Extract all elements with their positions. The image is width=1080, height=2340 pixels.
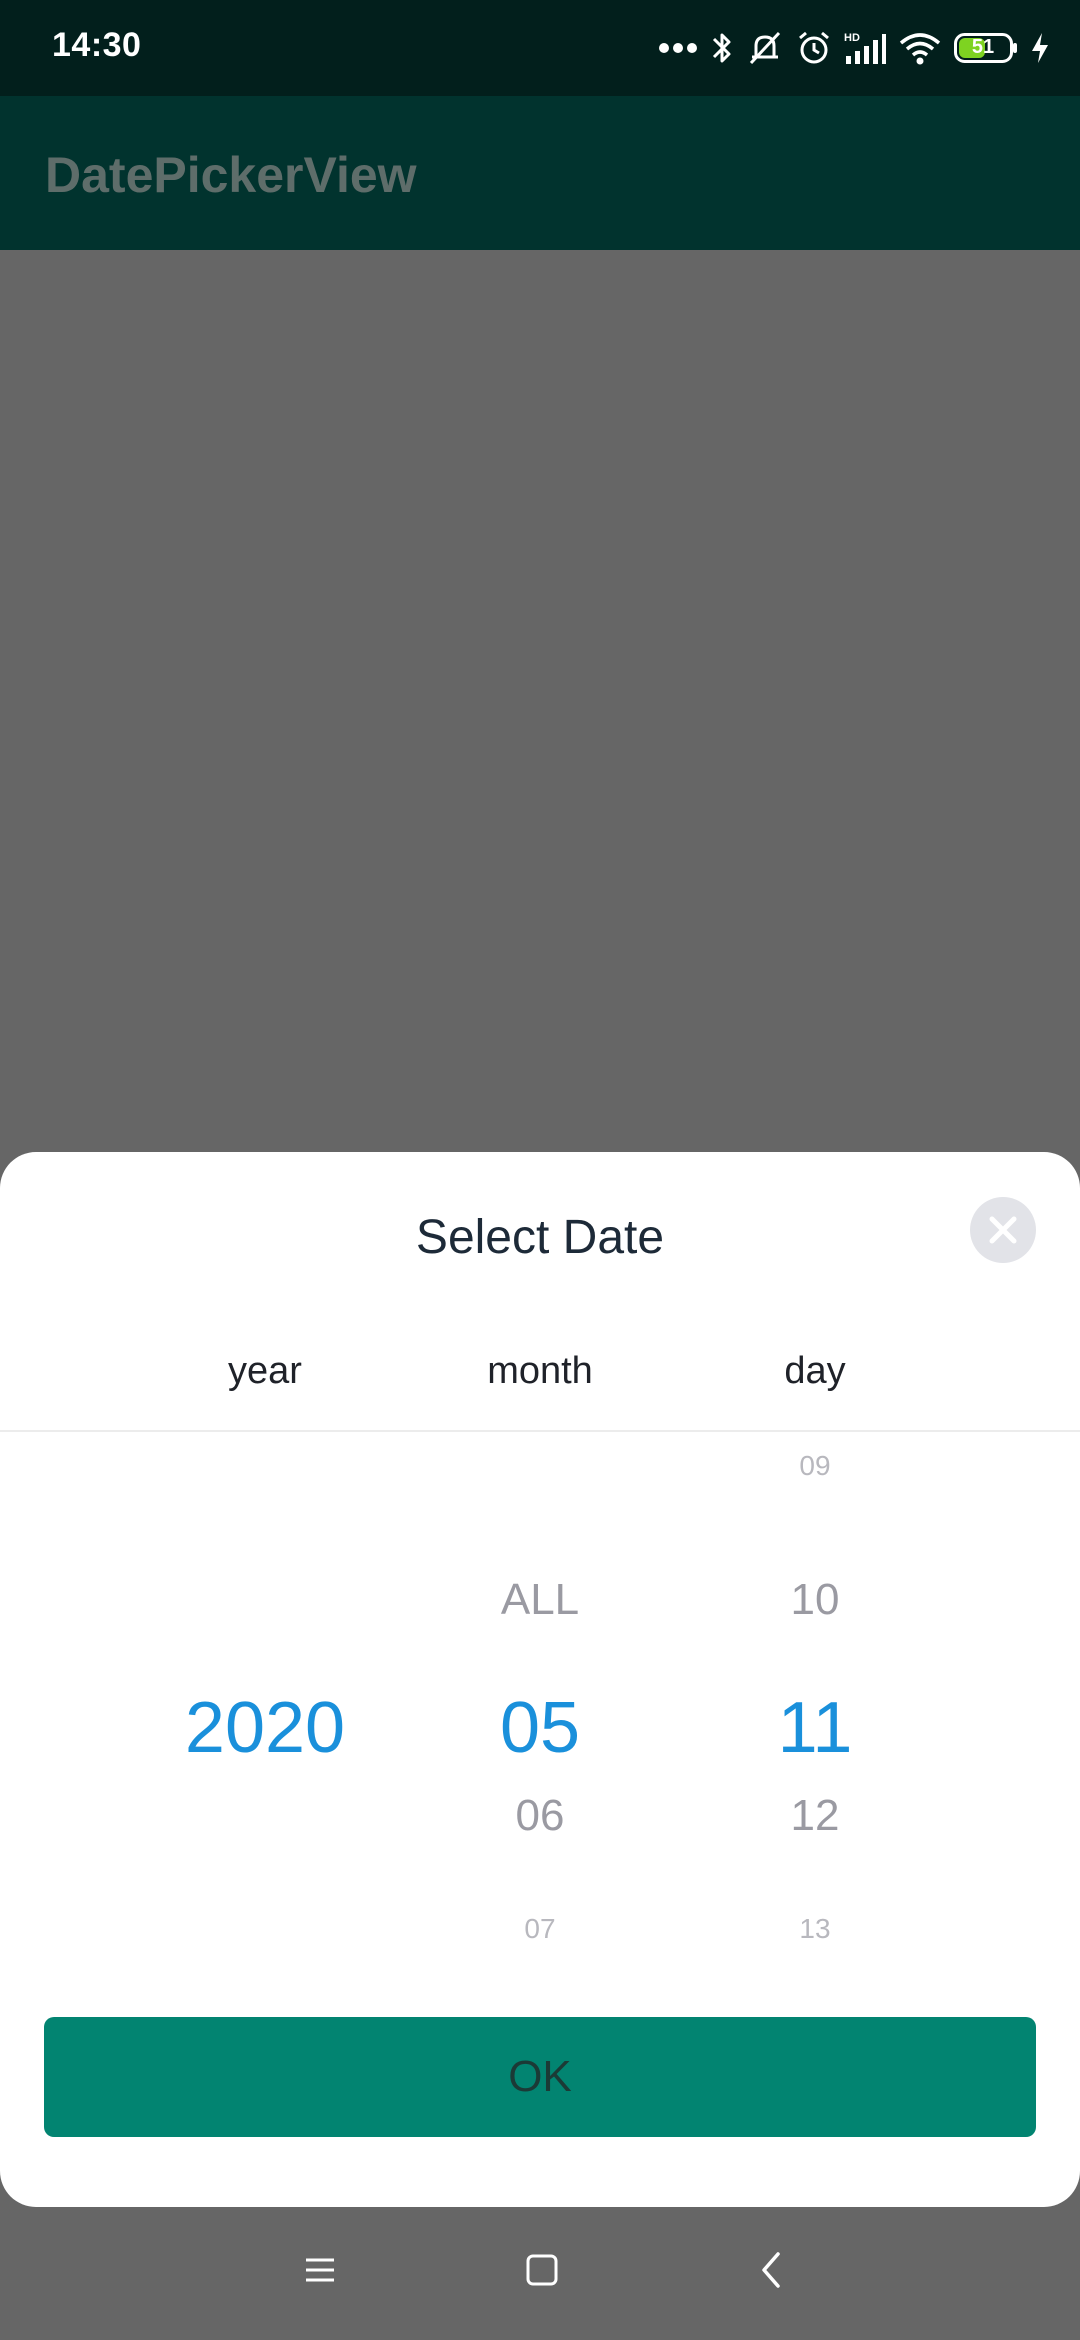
more-dots-icon — [659, 43, 697, 53]
charging-icon — [1032, 33, 1048, 63]
nav-bar — [0, 2207, 1080, 2340]
ok-button-label: OK — [508, 2052, 572, 2101]
day-wheel[interactable]: 09 10 11 12 13 — [690, 1442, 940, 2002]
status-bar: 14:30 HD 51 — [0, 0, 1080, 96]
day-option[interactable]: 12 — [685, 1794, 945, 1838]
hd-signal-icon: HD — [844, 32, 886, 64]
month-column-header: month — [487, 1350, 593, 1392]
year-selected[interactable]: 2020 — [135, 1692, 395, 1764]
close-button[interactable] — [970, 1197, 1036, 1263]
day-selected[interactable]: 11 — [685, 1692, 945, 1764]
month-wheel[interactable]: ALL 05 06 07 — [415, 1442, 665, 2002]
close-icon — [989, 1216, 1017, 1244]
month-option[interactable]: ALL — [410, 1578, 670, 1622]
battery-icon: 51 — [954, 33, 1018, 63]
day-option[interactable]: 09 — [685, 1452, 945, 1480]
day-option[interactable]: 10 — [685, 1578, 945, 1622]
bluetooth-icon — [712, 33, 731, 63]
day-column-header: day — [784, 1350, 846, 1392]
column-headers: year month day — [0, 1320, 1080, 1432]
back-icon[interactable] — [750, 2248, 794, 2292]
app-title: DatePickerView — [45, 147, 417, 203]
month-option[interactable]: 07 — [410, 1915, 670, 1943]
battery-level: 51 — [971, 36, 995, 58]
mute-icon — [749, 31, 781, 65]
date-picker-dialog: Select Date year month day 2020 ALL 05 0… — [0, 1152, 1080, 2207]
status-icons: HD 51 — [658, 22, 1050, 74]
wifi-icon — [899, 33, 941, 65]
status-time: 14:30 — [52, 26, 142, 64]
dialog-title: Select Date — [415, 1211, 665, 1264]
app-bar: DatePickerView — [0, 96, 1080, 250]
dim-overlay[interactable] — [0, 250, 1080, 1152]
month-option[interactable]: 06 — [410, 1794, 670, 1838]
year-column-header: year — [228, 1350, 302, 1392]
ok-button[interactable]: OK — [44, 2017, 1036, 2137]
year-wheel[interactable]: 2020 — [140, 1442, 390, 2002]
day-option[interactable]: 13 — [685, 1915, 945, 1943]
alarm-icon — [799, 31, 829, 64]
home-icon[interactable] — [520, 2248, 564, 2292]
menu-icon[interactable] — [298, 2248, 342, 2292]
svg-text:HD: HD — [844, 32, 860, 44]
month-selected[interactable]: 05 — [410, 1692, 670, 1764]
